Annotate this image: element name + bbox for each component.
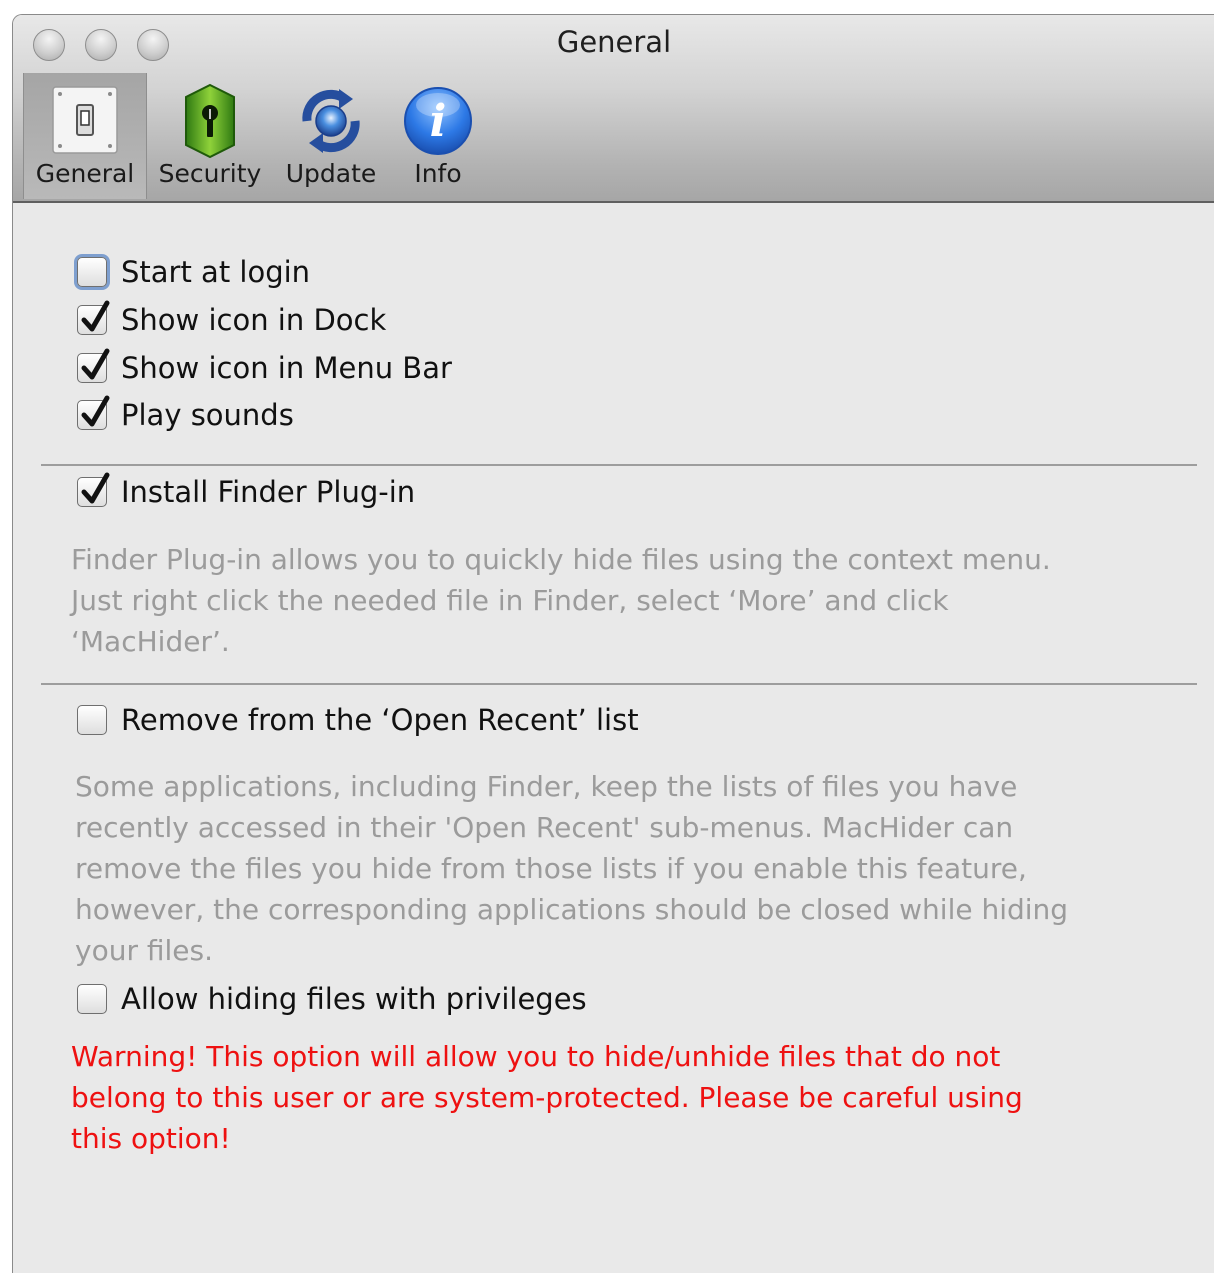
remove-open-recent-option[interactable]: Remove from the ‘Open Recent’ list bbox=[77, 700, 639, 740]
remove-open-recent-checkbox[interactable] bbox=[77, 705, 107, 735]
description-line: however, the corresponding applications … bbox=[75, 893, 1069, 926]
warning-line: belong to this user or are system-protec… bbox=[71, 1081, 1023, 1114]
tab-security-label: Security bbox=[158, 159, 262, 188]
sync-globe-icon bbox=[302, 89, 360, 153]
allow-privileges-option[interactable]: Allow hiding files with privileges bbox=[77, 979, 587, 1019]
general-pane: Start at login Show icon in Dock Show ic… bbox=[13, 203, 1214, 1273]
remove-open-recent-label: Remove from the ‘Open Recent’ list bbox=[121, 703, 639, 737]
warning-line: this option! bbox=[71, 1122, 231, 1155]
toolbar: General General Security Update i Info bbox=[13, 15, 1214, 203]
svg-text:i: i bbox=[430, 96, 447, 147]
start-at-login-option[interactable]: Start at login bbox=[77, 252, 310, 292]
tab-general[interactable]: General bbox=[23, 73, 147, 199]
open-recent-description: Some applications, including Finder, kee… bbox=[75, 766, 1068, 971]
section-divider bbox=[41, 464, 1197, 466]
allow-privileges-label: Allow hiding files with privileges bbox=[121, 982, 587, 1016]
play-sounds-label: Play sounds bbox=[121, 398, 294, 432]
tab-update[interactable]: Update bbox=[279, 73, 383, 199]
install-finder-plugin-label: Install Finder Plug-in bbox=[121, 475, 416, 509]
description-line: ‘MacHider’. bbox=[71, 625, 230, 658]
allow-privileges-checkbox[interactable] bbox=[77, 984, 107, 1014]
checkmark-icon bbox=[81, 348, 110, 380]
description-line: remove the files you hide from those lis… bbox=[75, 852, 1027, 885]
tab-security[interactable]: Security bbox=[155, 73, 265, 199]
show-icon-menubar-option[interactable]: Show icon in Menu Bar bbox=[77, 348, 452, 388]
window-title: General bbox=[556, 25, 672, 59]
install-finder-plugin-option[interactable]: Install Finder Plug-in bbox=[77, 472, 415, 512]
play-sounds-checkbox[interactable] bbox=[77, 395, 110, 430]
description-line: Just right click the needed file in Find… bbox=[71, 584, 949, 617]
start-at-login-checkbox[interactable] bbox=[77, 257, 107, 287]
checkmark-icon bbox=[81, 395, 110, 427]
play-sounds-option[interactable]: Play sounds bbox=[77, 395, 294, 435]
show-icon-dock-label: Show icon in Dock bbox=[121, 303, 387, 337]
tab-info[interactable]: i Info bbox=[393, 73, 483, 199]
show-icon-menubar-label: Show icon in Menu Bar bbox=[121, 351, 452, 385]
show-icon-dock-option[interactable]: Show icon in Dock bbox=[77, 300, 386, 340]
keyhole-shield-icon bbox=[185, 83, 235, 159]
warning-line: Warning! This option will allow you to h… bbox=[71, 1040, 1001, 1073]
checkmark-icon bbox=[81, 300, 110, 332]
preferences-window: General General Security Update i Info S… bbox=[12, 14, 1214, 1273]
tab-info-label: Info bbox=[414, 159, 462, 188]
description-line: Some applications, including Finder, kee… bbox=[75, 770, 1018, 803]
description-line: your files. bbox=[75, 934, 213, 967]
install-finder-plugin-checkbox[interactable] bbox=[77, 472, 110, 507]
description-line: Finder Plug-in allows you to quickly hid… bbox=[71, 543, 1051, 576]
privileges-warning: Warning! This option will allow you to h… bbox=[71, 1036, 1023, 1159]
show-icon-menubar-checkbox[interactable] bbox=[77, 348, 110, 383]
start-at-login-label: Start at login bbox=[121, 255, 311, 289]
switch-icon bbox=[52, 86, 118, 154]
section-divider bbox=[41, 683, 1197, 685]
finder-plugin-description: Finder Plug-in allows you to quickly hid… bbox=[71, 539, 1051, 662]
tab-general-label: General bbox=[35, 159, 135, 188]
description-line: recently accessed in their 'Open Recent'… bbox=[75, 811, 1014, 844]
checkmark-icon bbox=[81, 472, 110, 504]
show-icon-dock-checkbox[interactable] bbox=[77, 300, 110, 335]
info-icon: i bbox=[404, 87, 472, 155]
tab-update-label: Update bbox=[285, 159, 377, 188]
